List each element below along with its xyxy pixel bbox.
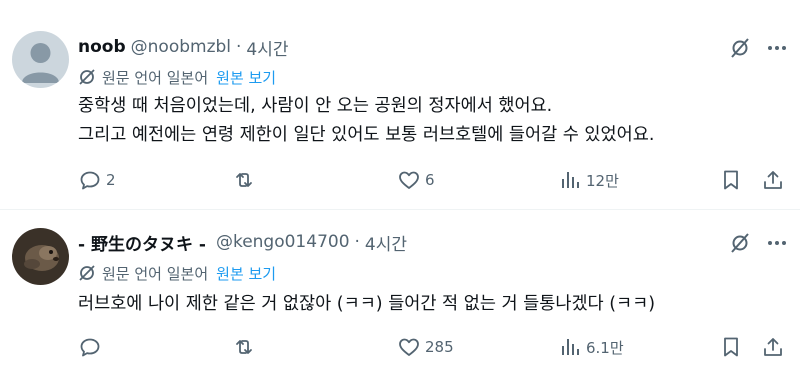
view-count: 6.1만 bbox=[586, 338, 624, 357]
tweet-text: 러브호에 나이 제한 같은 거 없잖아 (ㅋㅋ) 들어간 적 없는 거 들통나겠… bbox=[78, 290, 788, 319]
retweet-icon bbox=[236, 173, 252, 187]
translation-notice: 원문 언어 일본어 원본 보기 bbox=[78, 66, 788, 88]
tweet[interactable]: - 野生のタヌキ - @kengo014700 · 4시간 원문 언어 일본어 … bbox=[0, 210, 800, 385]
views-button[interactable]: 12만 bbox=[558, 168, 619, 192]
display-name[interactable]: - 野生のタヌキ - bbox=[78, 230, 206, 255]
grok-icon[interactable] bbox=[728, 36, 752, 60]
translated-from-label: 원문 언어 일본어 bbox=[102, 68, 209, 87]
bookmark-button[interactable] bbox=[719, 335, 743, 359]
action-bar: 2 6 12만 bbox=[0, 167, 800, 193]
more-icon[interactable] bbox=[766, 37, 788, 59]
bookmark-icon bbox=[724, 337, 738, 357]
user-handle[interactable]: @kengo014700 bbox=[216, 232, 350, 252]
share-icon bbox=[764, 171, 782, 189]
view-count: 12만 bbox=[586, 171, 619, 190]
timestamp[interactable]: 4시간 bbox=[246, 35, 288, 60]
more-icon[interactable] bbox=[766, 232, 788, 254]
reply-icon bbox=[80, 338, 100, 357]
tweet[interactable]: noob @noobmzbl · 4시간 원문 언어 일본어 원본 보기 중학생… bbox=[0, 0, 800, 210]
like-count: 6 bbox=[425, 171, 435, 189]
reply-button[interactable] bbox=[78, 335, 106, 359]
grok-icon[interactable] bbox=[728, 231, 752, 255]
avatar[interactable] bbox=[12, 228, 69, 285]
translation-notice: 원문 언어 일본어 원본 보기 bbox=[78, 262, 788, 284]
views-button[interactable]: 6.1만 bbox=[558, 335, 624, 359]
like-count: 285 bbox=[425, 338, 454, 356]
translate-icon bbox=[79, 265, 95, 281]
retweet-icon bbox=[236, 340, 252, 354]
share-icon bbox=[764, 338, 782, 356]
tweet-header: noob @noobmzbl · 4시간 bbox=[78, 35, 788, 60]
like-button[interactable]: 6 bbox=[397, 168, 435, 192]
reply-icon bbox=[80, 171, 100, 190]
tweet-text-line: 중학생 때 처음이었는데, 사람이 안 오는 공원의 정자에서 했어요. bbox=[78, 96, 553, 116]
action-bar: 285 6.1만 bbox=[0, 334, 800, 360]
reply-count: 2 bbox=[106, 171, 116, 189]
tweet-header: - 野生のタヌキ - @kengo014700 · 4시간 bbox=[78, 230, 788, 255]
show-original-link[interactable]: 원본 보기 bbox=[216, 263, 276, 284]
tanuki-avatar-icon bbox=[12, 228, 69, 285]
share-button[interactable] bbox=[761, 168, 785, 192]
default-avatar-icon bbox=[12, 31, 69, 88]
tweet-text-line: 그리고 예전에는 연령 제한이 일단 있어도 보통 러브호텔에 들어갈 수 있었… bbox=[78, 125, 655, 145]
translate-icon bbox=[79, 69, 95, 85]
user-handle[interactable]: @noobmzbl bbox=[131, 37, 231, 57]
share-button[interactable] bbox=[761, 335, 785, 359]
reply-button[interactable]: 2 bbox=[78, 168, 116, 192]
like-button[interactable]: 285 bbox=[397, 335, 454, 359]
separator-dot: · bbox=[354, 232, 360, 252]
display-name[interactable]: noob bbox=[78, 37, 126, 57]
translated-from-label: 원문 언어 일본어 bbox=[102, 264, 209, 283]
show-original-link[interactable]: 원본 보기 bbox=[216, 67, 276, 88]
bookmark-button[interactable] bbox=[719, 168, 743, 192]
timestamp[interactable]: 4시간 bbox=[365, 230, 407, 255]
like-icon bbox=[399, 171, 419, 189]
avatar[interactable] bbox=[12, 31, 69, 88]
retweet-button[interactable] bbox=[232, 168, 260, 192]
like-icon bbox=[399, 338, 419, 356]
views-icon bbox=[562, 172, 579, 188]
retweet-button[interactable] bbox=[232, 335, 260, 359]
tweet-text-line: 러브호에 나이 제한 같은 거 없잖아 (ㅋㅋ) 들어간 적 없는 거 들통나겠… bbox=[78, 294, 656, 314]
tweet-text: 중학생 때 처음이었는데, 사람이 안 오는 공원의 정자에서 했어요. 그리고… bbox=[78, 92, 788, 150]
bookmark-icon bbox=[724, 170, 738, 190]
views-icon bbox=[562, 339, 579, 355]
separator-dot: · bbox=[236, 37, 242, 57]
